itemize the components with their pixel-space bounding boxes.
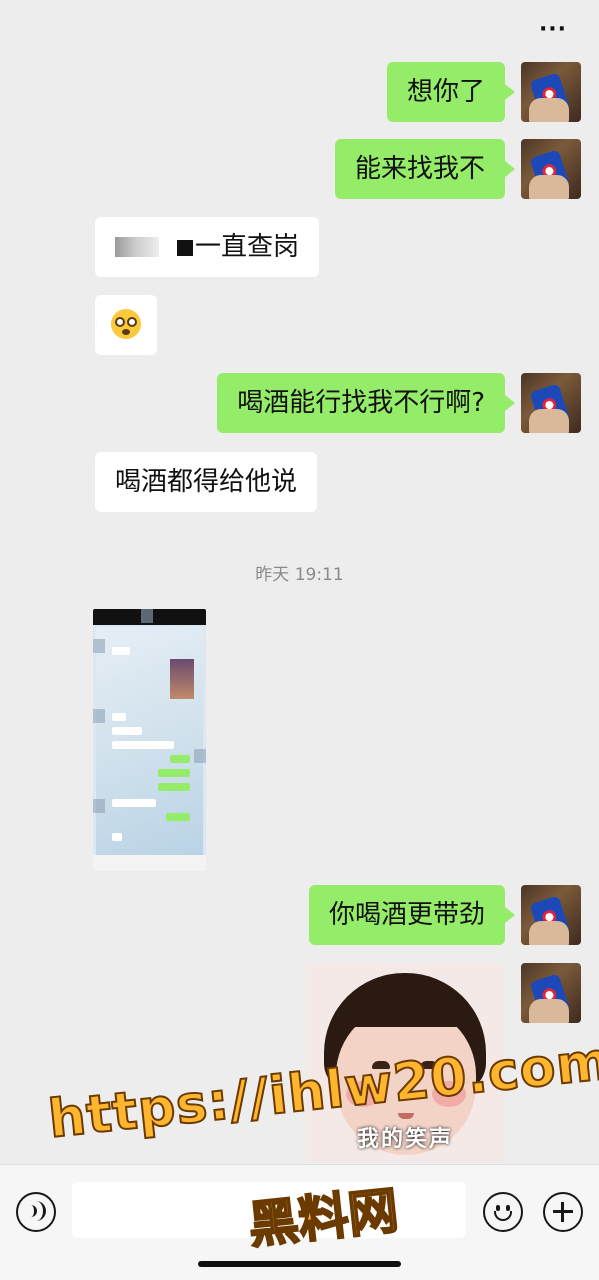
message-row: 你喝酒更带劲	[0, 885, 599, 945]
message-bubble-outgoing[interactable]: 能来找我不	[334, 139, 516, 199]
plus-icon[interactable]	[543, 1192, 583, 1232]
message-bubble-outgoing[interactable]: 喝酒能行找我不行啊?	[217, 373, 515, 433]
message-bubble-incoming[interactable]: 喝酒都得给他说	[95, 452, 318, 512]
avatar[interactable]	[521, 62, 581, 122]
avatar[interactable]	[521, 373, 581, 433]
message-text: 一直查岗	[195, 232, 300, 262]
avatar[interactable]	[521, 963, 581, 1023]
message-row	[0, 295, 599, 355]
redaction-blur	[115, 237, 159, 257]
sticker-caption: 我的笑声	[356, 1127, 453, 1152]
message-row: 喝酒能行找我不行啊?	[0, 373, 599, 433]
message-bubble-incoming[interactable]: 一直查岗	[95, 217, 320, 277]
top-bar: ···	[0, 0, 599, 64]
message-row: 喝酒都得给他说	[0, 452, 599, 512]
voice-icon[interactable]	[16, 1192, 56, 1232]
message-bubble-outgoing[interactable]: 你喝酒更带劲	[308, 885, 516, 945]
avatar[interactable]	[521, 139, 581, 199]
sticker-message[interactable]: 我的笑声	[306, 963, 504, 1161]
emoji-icon[interactable]	[483, 1192, 523, 1232]
avatar[interactable]	[521, 885, 581, 945]
image-message-screenshot[interactable]	[93, 609, 206, 871]
message-timestamp: 昨天 19:11	[255, 565, 344, 585]
more-dots-icon[interactable]: ···	[535, 18, 571, 42]
message-input[interactable]	[72, 1182, 466, 1238]
message-row: 想你了	[0, 62, 599, 122]
message-row: 一直查岗	[0, 217, 599, 277]
home-indicator	[198, 1261, 401, 1267]
flushed-face-emoji	[111, 308, 141, 339]
redaction-block	[177, 240, 193, 256]
message-bubble-incoming[interactable]	[95, 295, 157, 355]
message-row: 能来找我不	[0, 139, 599, 199]
message-bubble-outgoing[interactable]: 想你了	[386, 62, 516, 122]
